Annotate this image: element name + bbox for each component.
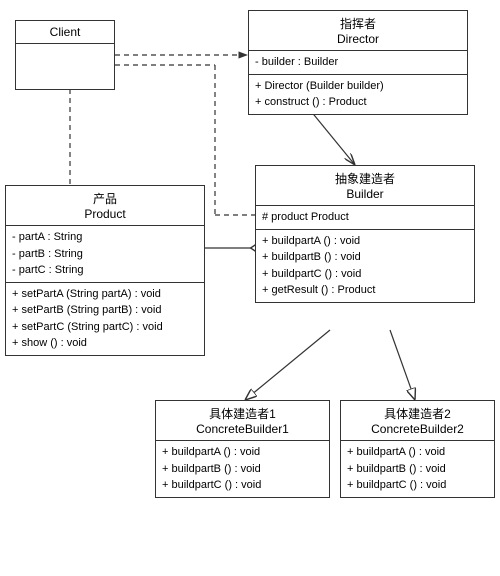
builder-methods: + buildpartA () : void + buildpartB () :… <box>256 230 474 302</box>
concrete2-header: 具体建造者2 ConcreteBuilder2 <box>341 401 494 441</box>
builder-fields: # product Product <box>256 206 474 230</box>
concrete1-en: ConcreteBuilder1 <box>162 422 323 436</box>
concrete2-cn: 具体建造者2 <box>347 405 488 422</box>
director-header: 指挥者 Director <box>249 11 467 51</box>
client-box: Client <box>15 20 115 90</box>
director-methods: + Director (Builder builder) + construct… <box>249 75 467 114</box>
builder-header: 抽象建造者 Builder <box>256 166 474 206</box>
product-en: Product <box>12 207 198 221</box>
concrete1-methods: + buildpartA () : void + buildpartB () :… <box>156 441 329 497</box>
product-box: 产品 Product - partA : String - partB : St… <box>5 185 205 356</box>
client-header: Client <box>16 21 114 44</box>
builder-en: Builder <box>262 187 468 201</box>
director-box: 指挥者 Director - builder : Builder + Direc… <box>248 10 468 115</box>
builder-cn: 抽象建造者 <box>262 170 468 187</box>
product-fields: - partA : String - partB : String - part… <box>6 226 204 283</box>
director-fields: - builder : Builder <box>249 51 467 75</box>
concrete1-box: 具体建造者1 ConcreteBuilder1 + buildpartA () … <box>155 400 330 498</box>
concrete1-header: 具体建造者1 ConcreteBuilder1 <box>156 401 329 441</box>
concrete1-cn: 具体建造者1 <box>162 405 323 422</box>
concrete2-methods: + buildpartA () : void + buildpartB () :… <box>341 441 494 497</box>
concrete2-box: 具体建造者2 ConcreteBuilder2 + buildpartA () … <box>340 400 495 498</box>
product-methods: + setPartA (String partA) : void + setPa… <box>6 283 204 355</box>
product-header: 产品 Product <box>6 186 204 226</box>
director-cn: 指挥者 <box>255 15 461 32</box>
product-cn: 产品 <box>12 190 198 207</box>
client-body <box>16 44 114 89</box>
uml-diagram: Client 指挥者 Director - builder : Builder … <box>0 0 500 576</box>
builder-box: 抽象建造者 Builder # product Product + buildp… <box>255 165 475 303</box>
director-en: Director <box>255 32 461 46</box>
concrete2-en: ConcreteBuilder2 <box>347 422 488 436</box>
